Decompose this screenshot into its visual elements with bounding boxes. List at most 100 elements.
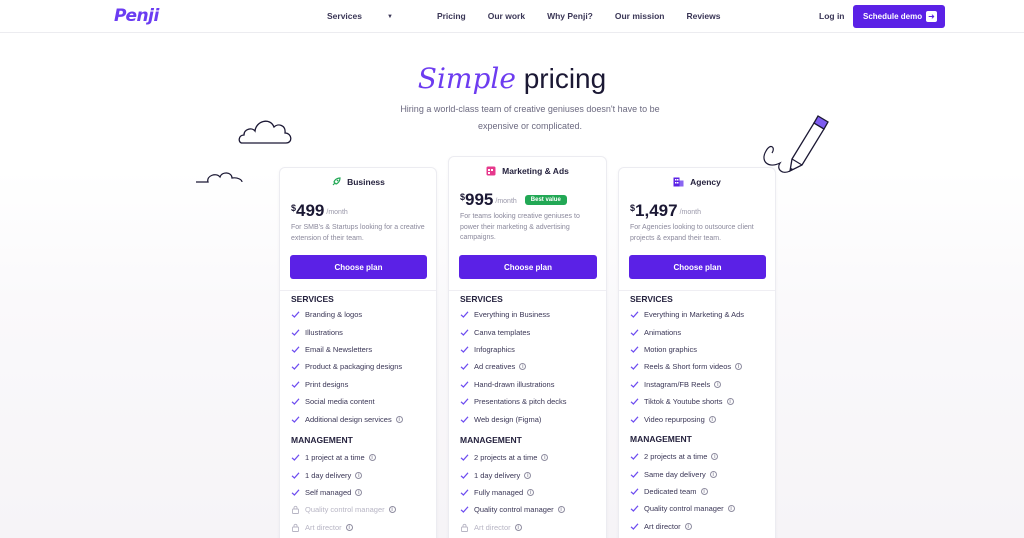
- service-label: Print designs: [305, 379, 349, 389]
- management-list: 2 projects at a time i 1 day delivery i …: [460, 449, 598, 536]
- info-icon[interactable]: i: [735, 363, 743, 371]
- check-icon: [630, 310, 639, 319]
- nav-link-services[interactable]: Services ▼: [327, 11, 415, 21]
- list-item: Quality control manager i: [291, 501, 428, 518]
- service-label: Motion graphics: [644, 344, 697, 354]
- check-icon: [291, 471, 300, 480]
- info-icon[interactable]: i: [527, 488, 535, 496]
- check-icon: [630, 470, 639, 479]
- list-item: Email & Newsletters: [291, 341, 428, 358]
- check-icon: [630, 380, 639, 389]
- plan-name: Agency: [690, 177, 721, 187]
- title-rest-word: pricing: [523, 63, 607, 94]
- pricing-card-business: Business $ 499 /month For SMB's & Startu…: [279, 167, 437, 538]
- lock-icon: [291, 523, 300, 532]
- services-heading: SERVICES: [630, 294, 673, 304]
- check-icon: [291, 488, 300, 497]
- main-menu: Services ▼ Pricing Our work Why Penji? Ou…: [327, 11, 743, 21]
- service-label: Tiktok & Youtube shorts: [644, 397, 723, 407]
- info-icon[interactable]: i: [355, 471, 363, 479]
- nav-link-our-mission[interactable]: Our mission: [615, 11, 665, 21]
- check-icon: [460, 328, 469, 337]
- service-label: Illustrations: [305, 327, 343, 337]
- choose-plan-button[interactable]: Choose plan: [290, 255, 427, 279]
- login-link[interactable]: Log in: [819, 11, 845, 21]
- check-icon: [630, 487, 639, 496]
- plan-name: Marketing & Ads: [502, 166, 569, 176]
- info-icon[interactable]: i: [519, 363, 527, 371]
- management-heading: MANAGEMENT: [630, 434, 692, 444]
- price-period: /month: [679, 209, 701, 216]
- list-item: 2 projects at a time i: [630, 448, 767, 465]
- info-icon[interactable]: i: [514, 523, 522, 531]
- nav-link-our-work[interactable]: Our work: [488, 11, 525, 21]
- info-icon[interactable]: i: [711, 453, 719, 461]
- list-item: Tiktok & Youtube shorts i: [630, 393, 767, 410]
- choose-plan-button[interactable]: Choose plan: [629, 255, 766, 279]
- info-icon[interactable]: i: [684, 522, 692, 530]
- list-item: 1 day delivery i: [460, 466, 598, 483]
- choose-plan-button[interactable]: Choose plan: [459, 255, 597, 279]
- info-icon[interactable]: i: [700, 487, 708, 495]
- info-icon[interactable]: i: [709, 470, 717, 478]
- management-label: Art director: [305, 522, 342, 532]
- management-heading: MANAGEMENT: [460, 435, 522, 445]
- management-label: 1 project at a time: [305, 453, 365, 463]
- check-icon: [460, 310, 469, 319]
- plan-name: Business: [347, 177, 385, 187]
- check-icon: [630, 522, 639, 531]
- info-icon[interactable]: i: [345, 523, 353, 531]
- management-label: Same day delivery: [644, 469, 706, 479]
- chevron-down-icon: ▼: [386, 14, 393, 20]
- management-label: Quality control manager: [305, 505, 385, 515]
- service-label: Infographics: [474, 344, 515, 354]
- info-icon[interactable]: i: [524, 471, 532, 479]
- arrow-right-icon: ➜: [926, 11, 937, 22]
- management-label: 1 day delivery: [305, 470, 352, 480]
- management-label: Fully managed: [474, 487, 524, 497]
- schedule-demo-button[interactable]: Schedule demo ➜: [853, 5, 945, 28]
- info-icon[interactable]: i: [541, 454, 549, 462]
- list-item: Art director i: [291, 519, 428, 536]
- management-label: 2 projects at a time: [644, 452, 708, 462]
- service-label: Everything in Marketing & Ads: [644, 310, 745, 320]
- list-item: Art director i: [460, 519, 598, 536]
- plan-header: Marketing & Ads: [449, 166, 606, 176]
- price-amount: 1,497: [635, 201, 678, 220]
- service-label: Presentations & pitch decks: [474, 397, 567, 407]
- list-item: Print designs: [291, 376, 428, 393]
- price-amount: 995: [465, 190, 494, 209]
- info-icon[interactable]: i: [557, 506, 565, 514]
- info-icon[interactable]: i: [355, 488, 363, 496]
- list-item: Illustrations: [291, 323, 428, 340]
- list-item: Hand-drawn illustrations: [460, 376, 598, 393]
- list-item: Art director i: [630, 518, 767, 535]
- rocket-icon: [331, 177, 341, 187]
- check-icon: [630, 452, 639, 461]
- nav-link-pricing[interactable]: Pricing: [437, 11, 466, 21]
- plan-price: $ 1,497 /month: [630, 201, 701, 221]
- check-icon: [460, 471, 469, 480]
- info-icon[interactable]: i: [714, 380, 722, 388]
- check-icon: [460, 505, 469, 514]
- plan-header: Agency: [619, 177, 775, 187]
- info-icon[interactable]: i: [708, 415, 716, 423]
- info-icon[interactable]: i: [726, 398, 734, 406]
- list-item: Reels & Short form videos i: [630, 358, 767, 375]
- nav-link-reviews[interactable]: Reviews: [686, 11, 720, 21]
- check-icon: [460, 397, 469, 406]
- info-icon[interactable]: i: [388, 506, 396, 514]
- check-icon: [460, 415, 469, 424]
- nav-link-why-penji[interactable]: Why Penji?: [547, 11, 593, 21]
- calendar-icon: [486, 166, 496, 176]
- list-item: Social media content: [291, 393, 428, 410]
- info-icon[interactable]: i: [727, 505, 735, 513]
- lock-icon: [460, 523, 469, 532]
- service-label: Web design (Figma): [474, 414, 542, 424]
- pricing-card-marketing-ads: Marketing & Ads $ 995 /month Best value …: [448, 156, 607, 538]
- penji-logo[interactable]: Penji: [114, 6, 159, 26]
- info-icon[interactable]: i: [395, 415, 403, 423]
- list-item: Same day delivery i: [630, 465, 767, 482]
- plan-description: For SMB's & Startups looking for a creat…: [291, 224, 425, 242]
- info-icon[interactable]: i: [368, 454, 376, 462]
